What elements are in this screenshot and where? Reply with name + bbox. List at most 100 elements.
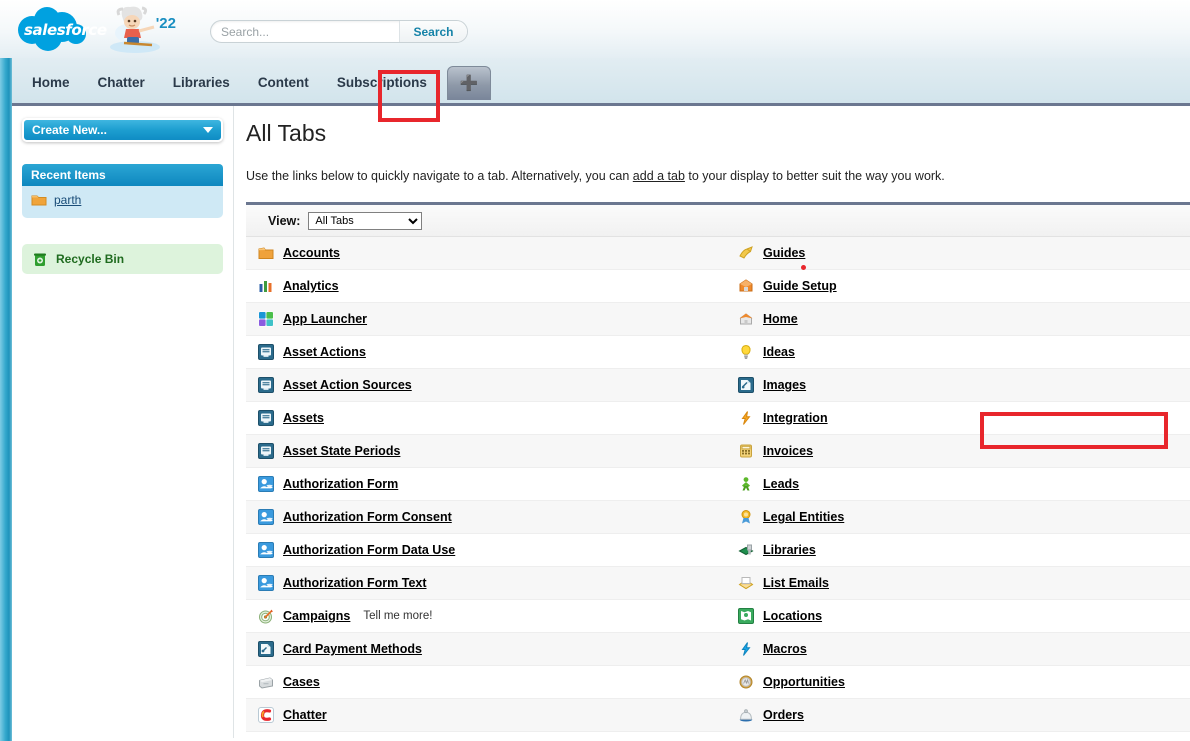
guides-icon <box>738 245 754 261</box>
tab-subscriptions[interactable]: Subscriptions <box>323 67 441 100</box>
tab-home[interactable]: Home <box>18 67 84 100</box>
table-row[interactable]: Asset Action Sources <box>246 369 718 402</box>
chatter-c-icon <box>258 707 274 723</box>
tab-link[interactable]: Invoices <box>763 444 813 458</box>
table-row[interactable]: Invoices <box>718 435 1190 468</box>
folder-icon <box>31 192 47 208</box>
table-row[interactable]: Orders <box>718 699 1190 732</box>
table-row[interactable]: Asset Actions <box>246 336 718 369</box>
primary-tab-bar: Home Chatter Libraries Content Subscript… <box>0 58 1190 106</box>
tab-link[interactable]: Legal Entities <box>763 510 844 524</box>
tab-link[interactable]: Leads <box>763 477 799 491</box>
main-content: All Tabs Use the links below to quickly … <box>234 106 1190 738</box>
salesforce-logo[interactable]: salesforce <box>14 4 107 54</box>
briefcase-icon <box>258 674 274 690</box>
table-row[interactable]: Integration <box>718 402 1190 435</box>
tab-link[interactable]: App Launcher <box>283 312 367 326</box>
tell-me-more-link[interactable]: Tell me more! <box>363 610 432 622</box>
table-row[interactable]: App Launcher <box>246 303 718 336</box>
table-row[interactable]: Legal Entities <box>718 501 1190 534</box>
tab-link[interactable]: Orders <box>763 708 804 722</box>
table-row[interactable]: Guides <box>718 237 1190 270</box>
recycle-bin-item[interactable]: Recycle Bin <box>22 244 223 274</box>
tab-link[interactable]: Assets <box>283 411 324 425</box>
tab-link[interactable]: Integration <box>763 411 828 425</box>
page-body: Create New... Recent Items parth Recycle… <box>0 106 1190 738</box>
tab-link[interactable]: Opportunities <box>763 675 845 689</box>
lead-person-icon <box>738 476 754 492</box>
table-row[interactable]: Chatter <box>246 699 718 732</box>
table-row[interactable]: Guide Setup <box>718 270 1190 303</box>
tab-link[interactable]: Ideas <box>763 345 795 359</box>
table-row[interactable]: Card Payment Methods <box>246 633 718 666</box>
tab-link[interactable]: Guide Setup <box>763 279 837 293</box>
recent-items-title: Recent Items <box>22 164 223 186</box>
table-row[interactable]: Cases <box>246 666 718 699</box>
tab-link[interactable]: List Emails <box>763 576 829 590</box>
table-row[interactable]: Authorization Form <box>246 468 718 501</box>
tab-link[interactable]: Asset Action Sources <box>283 378 412 392</box>
tab-link[interactable]: Home <box>763 312 798 326</box>
tab-link[interactable]: Authorization Form <box>283 477 398 491</box>
table-row[interactable]: Leads <box>718 468 1190 501</box>
library-icon <box>738 542 754 558</box>
location-map-icon <box>738 608 754 624</box>
table-row[interactable]: Authorization Form Data Use <box>246 534 718 567</box>
tab-all-tabs-plus[interactable]: ➕ <box>446 66 491 100</box>
create-new-button[interactable]: Create New... <box>22 118 223 142</box>
asset-action-icon <box>258 344 274 360</box>
tab-link[interactable]: Analytics <box>283 279 339 293</box>
table-row[interactable]: Images <box>718 369 1190 402</box>
search-input[interactable] <box>211 21 399 42</box>
table-row[interactable]: List Emails <box>718 567 1190 600</box>
folder-orange-icon <box>258 245 274 261</box>
search-button[interactable]: Search <box>399 21 467 42</box>
tab-link[interactable]: Accounts <box>283 246 340 260</box>
tab-link[interactable]: Libraries <box>763 543 816 557</box>
table-row[interactable]: Assets <box>246 402 718 435</box>
table-row[interactable]: Authorization Form Text <box>246 567 718 600</box>
tab-link[interactable]: Images <box>763 378 806 392</box>
table-row[interactable]: Macros <box>718 633 1190 666</box>
asset-state-period-icon <box>258 443 274 459</box>
person-card-icon <box>258 575 274 591</box>
tab-link[interactable]: Authorization Form Text <box>283 576 427 590</box>
recent-item-link[interactable]: parth <box>54 193 81 207</box>
release-year-label: '22 <box>155 15 176 32</box>
einstein-waterski-mascot: '22 <box>108 3 176 55</box>
tab-link[interactable]: Authorization Form Data Use <box>283 543 455 557</box>
table-row[interactable]: Campaigns Tell me more! <box>246 600 718 633</box>
tab-link[interactable]: Macros <box>763 642 807 656</box>
tab-link[interactable]: Asset State Periods <box>283 444 400 458</box>
table-row[interactable]: Ideas <box>718 336 1190 369</box>
global-search-box[interactable]: Search <box>210 20 468 43</box>
bar-chart-icon <box>258 278 274 294</box>
table-row[interactable]: Home <box>718 303 1190 336</box>
cursor-marker-dot <box>801 265 806 270</box>
tab-link[interactable]: Guides <box>763 246 805 260</box>
table-row[interactable]: Accounts <box>246 237 718 270</box>
tab-link[interactable]: Cases <box>283 675 320 689</box>
tab-content[interactable]: Content <box>244 67 323 100</box>
tab-link[interactable]: Campaigns <box>283 609 350 623</box>
description-text-after: to your display to better suit the way y… <box>684 169 945 183</box>
table-row[interactable]: Locations <box>718 600 1190 633</box>
tab-link[interactable]: Authorization Form Consent <box>283 510 452 524</box>
chevron-down-icon <box>203 127 213 133</box>
tab-link[interactable]: Locations <box>763 609 822 623</box>
tab-link[interactable]: Chatter <box>283 708 327 722</box>
tab-libraries[interactable]: Libraries <box>159 67 244 100</box>
table-row[interactable]: Analytics <box>246 270 718 303</box>
target-dart-icon <box>258 608 274 624</box>
tab-link[interactable]: Card Payment Methods <box>283 642 422 656</box>
list-item[interactable]: parth <box>31 192 214 208</box>
table-row[interactable]: Asset State Periods <box>246 435 718 468</box>
view-select[interactable]: All Tabs <box>308 211 423 230</box>
table-row[interactable]: Libraries <box>718 534 1190 567</box>
add-a-tab-link[interactable]: add a tab <box>633 169 685 183</box>
tab-link[interactable]: Asset Actions <box>283 345 366 359</box>
table-row[interactable]: Opportunities <box>718 666 1190 699</box>
recent-items-section: Recent Items parth <box>12 164 233 218</box>
table-row[interactable]: Authorization Form Consent <box>246 501 718 534</box>
tab-chatter[interactable]: Chatter <box>84 67 159 100</box>
